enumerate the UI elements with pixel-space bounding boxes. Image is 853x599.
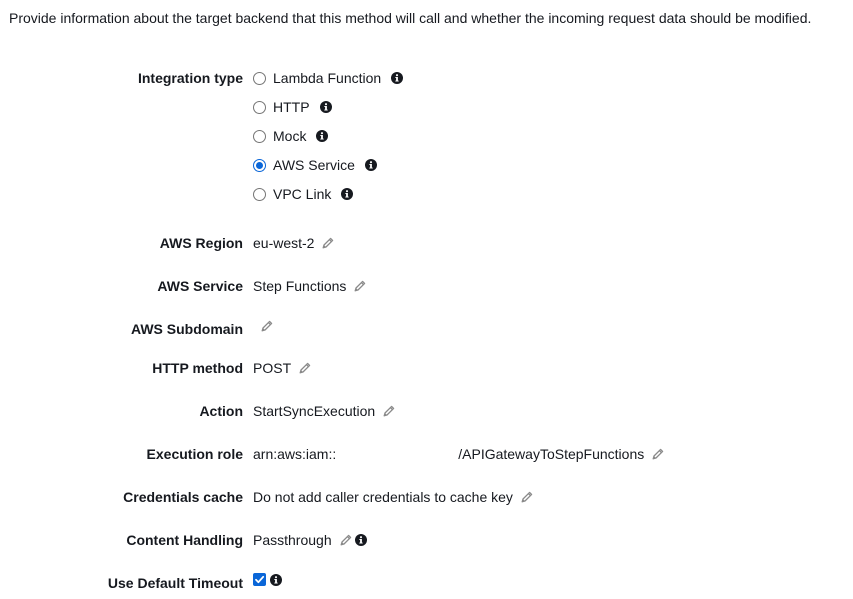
pencil-icon[interactable]	[321, 237, 334, 250]
aws-subdomain-row	[253, 320, 273, 333]
radio-vpc-link[interactable]: VPC Link	[253, 186, 354, 202]
action-row: StartSyncExecution	[253, 403, 395, 419]
use-default-timeout-checkbox[interactable]	[253, 573, 266, 586]
intro-text: Provide information about the target bac…	[9, 10, 812, 26]
radio-button[interactable]	[253, 100, 266, 114]
aws-region-value: eu-west-2	[253, 235, 315, 251]
radio-button-selected[interactable]	[253, 158, 266, 172]
content-handling-label: Content Handling	[126, 532, 243, 548]
execution-role-value-prefix: arn:aws:iam::	[253, 446, 337, 462]
radio-label-vpc-link: VPC Link	[273, 186, 332, 202]
use-default-timeout-label: Use Default Timeout	[107, 575, 243, 591]
credentials-cache-label: Credentials cache	[123, 489, 243, 505]
pencil-icon[interactable]	[353, 280, 366, 293]
pencil-icon[interactable]	[382, 405, 395, 418]
radio-mock[interactable]: Mock	[253, 128, 329, 144]
checkmark-icon	[255, 575, 265, 584]
radio-label-mock: Mock	[273, 128, 307, 144]
action-value: StartSyncExecution	[253, 403, 376, 419]
info-icon[interactable]	[319, 101, 332, 113]
execution-role-label: Execution role	[146, 446, 243, 462]
execution-role-value-suffix: /APIGatewayToStepFunctions	[458, 446, 645, 462]
radio-label-lambda-function: Lambda Function	[273, 70, 382, 86]
info-icon[interactable]	[364, 159, 377, 171]
http-method-value: POST	[253, 360, 292, 376]
radio-button[interactable]	[253, 129, 266, 143]
radio-aws-service[interactable]: AWS Service	[253, 157, 377, 173]
radio-lambda-function[interactable]: Lambda Function	[253, 70, 404, 86]
info-icon[interactable]	[391, 72, 404, 84]
radio-label-aws-service: AWS Service	[273, 157, 355, 173]
aws-service-row: Step Functions	[253, 278, 366, 294]
use-default-timeout-row	[253, 573, 282, 586]
radio-label-http: HTTP	[273, 99, 310, 115]
aws-region-label: AWS Region	[159, 235, 243, 251]
aws-service-label: AWS Service	[157, 278, 243, 294]
http-method-row: POST	[253, 360, 311, 376]
credentials-cache-row: Do not add caller credentials to cache k…	[253, 489, 533, 505]
content-handling-row: Passthrough	[253, 532, 367, 548]
aws-service-value: Step Functions	[253, 278, 347, 294]
info-icon[interactable]	[270, 573, 282, 586]
aws-subdomain-label: AWS Subdomain	[131, 321, 243, 337]
pencil-icon[interactable]	[520, 491, 533, 504]
pencil-icon[interactable]	[651, 448, 664, 461]
action-label: Action	[199, 403, 243, 419]
content-handling-value: Passthrough	[253, 532, 332, 548]
pencil-icon[interactable]	[339, 534, 352, 547]
credentials-cache-value: Do not add caller credentials to cache k…	[253, 489, 513, 505]
radio-button[interactable]	[253, 187, 266, 201]
pencil-icon[interactable]	[298, 362, 311, 375]
info-icon[interactable]	[341, 188, 354, 200]
radio-button[interactable]	[253, 71, 266, 85]
integration-type-label: Integration type	[137, 70, 243, 86]
aws-region-row: eu-west-2	[253, 235, 334, 251]
http-method-label: HTTP method	[152, 360, 243, 376]
radio-http[interactable]: HTTP	[253, 99, 332, 115]
info-icon[interactable]	[354, 534, 367, 546]
pencil-icon[interactable]	[260, 320, 273, 333]
execution-role-row: arn:aws:iam:: /APIGatewayToStepFunctions	[253, 446, 664, 462]
info-icon[interactable]	[316, 130, 329, 142]
